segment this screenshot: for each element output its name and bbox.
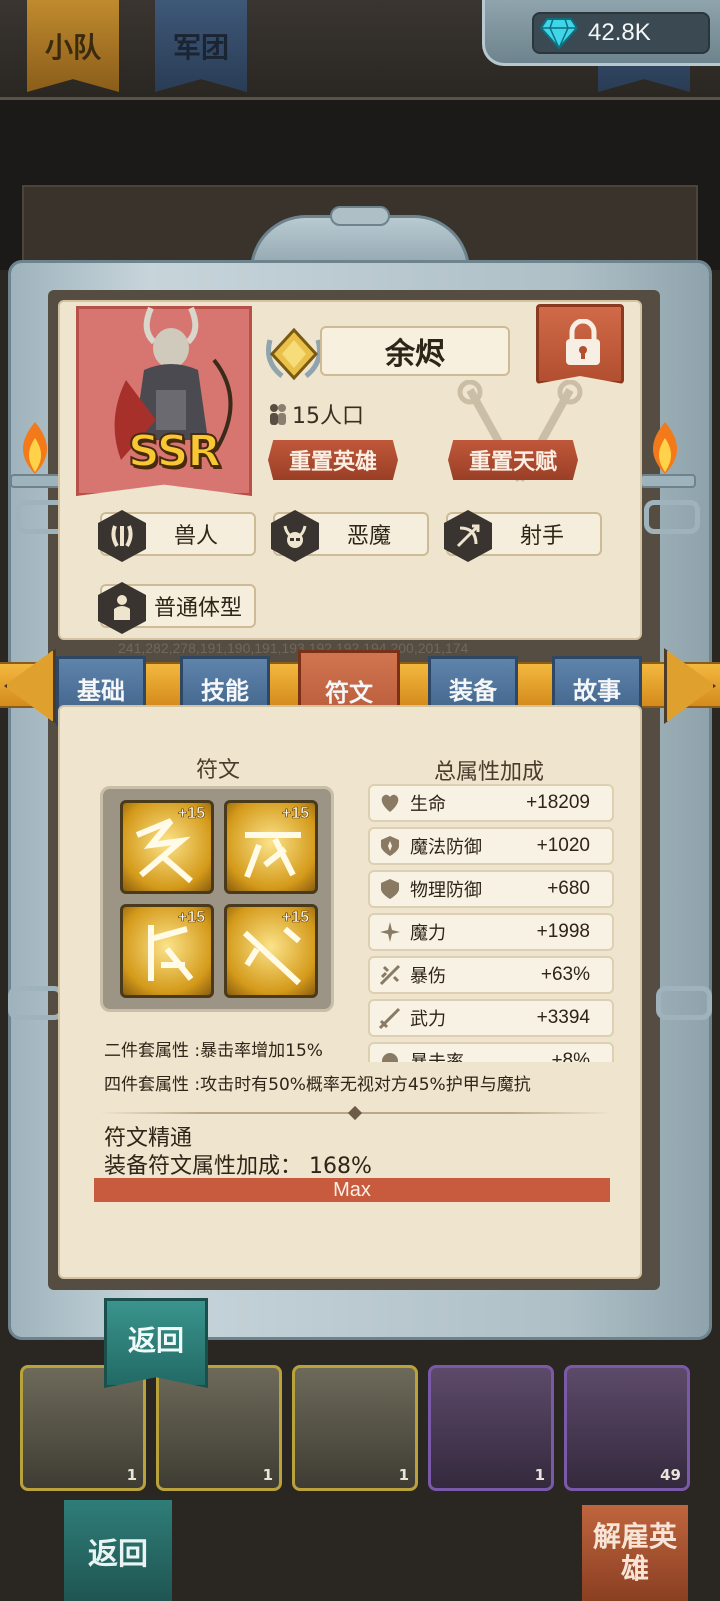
rune-glyph-icon bbox=[242, 926, 302, 986]
chain-icon bbox=[8, 986, 64, 1020]
hero-card-count: 1 bbox=[126, 1466, 137, 1484]
mastery-bonus: 装备符文属性加成： 168% bbox=[104, 1154, 372, 1179]
mastery-progress-label: Max bbox=[333, 1179, 371, 1201]
rune-slot[interactable]: +15 bbox=[120, 904, 214, 998]
attr-value: +18209 bbox=[526, 792, 590, 813]
attr-name: 魔法防御 bbox=[410, 837, 482, 858]
attr-value: +680 bbox=[547, 878, 590, 899]
rune-slot[interactable]: +15 bbox=[224, 904, 318, 998]
hero-card-count: 1 bbox=[262, 1466, 273, 1484]
faint-text: 241,282,278,191,190,191,193,192,192,194,… bbox=[118, 640, 469, 656]
attr-value: +3394 bbox=[536, 1007, 590, 1028]
magic-shield-icon bbox=[381, 836, 399, 856]
tag-race: 兽人 bbox=[98, 510, 256, 562]
attr-title: 总属性加成 bbox=[434, 760, 545, 785]
rarity-badge: SSR bbox=[127, 425, 222, 478]
torch-cup bbox=[640, 474, 696, 488]
attr-value: +8% bbox=[551, 1050, 590, 1062]
attr-value: +1998 bbox=[536, 921, 590, 942]
rune-level: +15 bbox=[177, 909, 206, 927]
attribute-list[interactable]: 生命 +18209 魔法防御 +1020 物理防御 +680 魔力 +1998 … bbox=[368, 784, 616, 1062]
rune-slot[interactable]: +15 bbox=[224, 800, 318, 894]
bottom-back-button[interactable]: 返回 bbox=[64, 1500, 172, 1601]
attr-row: 武力 +3394 bbox=[368, 999, 614, 1037]
gem-amount: 42.8K bbox=[588, 19, 651, 46]
reset-hero-button[interactable]: 重置英雄 bbox=[268, 440, 398, 480]
shield-icon bbox=[381, 879, 399, 899]
sword-icon bbox=[378, 1007, 401, 1030]
diamond-icon bbox=[540, 18, 578, 49]
reset-talent-button[interactable]: 重置天赋 bbox=[448, 440, 578, 480]
attr-value: +1020 bbox=[536, 835, 590, 856]
tag-label: 射手 bbox=[519, 524, 564, 549]
rune-level: +15 bbox=[281, 805, 310, 823]
rune-slot[interactable]: +15 bbox=[120, 800, 214, 894]
rune-level: +15 bbox=[177, 805, 206, 823]
tab-legion[interactable]: 军团 bbox=[155, 0, 247, 92]
attr-value: +63% bbox=[540, 964, 590, 985]
hero-card-count: 1 bbox=[398, 1466, 409, 1484]
attr-row: 物理防御 +680 bbox=[368, 870, 614, 908]
sparkle-icon bbox=[380, 922, 400, 942]
hero-card[interactable]: 1 bbox=[20, 1365, 146, 1491]
set-bonus-2: 二件套属性 :暴击率增加15% bbox=[104, 1041, 323, 1061]
attr-name: 暴伤 bbox=[410, 966, 446, 987]
tag-label: 普通体型 bbox=[153, 596, 242, 621]
attr-row: 生命 +18209 bbox=[368, 784, 614, 822]
rune-title: 符文 bbox=[196, 758, 241, 783]
tag-label: 恶魔 bbox=[346, 524, 391, 549]
hero-card[interactable]: 1 bbox=[292, 1365, 418, 1491]
rune-level: +15 bbox=[281, 909, 310, 927]
hero-card[interactable]: 1 bbox=[156, 1365, 282, 1491]
tag-class: 射手 bbox=[444, 510, 602, 562]
attr-name: 魔力 bbox=[410, 923, 446, 944]
attr-name: 武力 bbox=[410, 1009, 446, 1030]
lock-button[interactable] bbox=[536, 304, 624, 384]
dismiss-hero-button[interactable]: 解雇英雄 bbox=[582, 1505, 688, 1601]
population: 15人口 bbox=[268, 398, 364, 430]
attr-name: 物理防御 bbox=[410, 880, 482, 901]
attr-name: 生命 bbox=[410, 794, 446, 815]
population-value: 15人口 bbox=[292, 404, 364, 429]
hero-card[interactable]: 1 bbox=[428, 1365, 554, 1491]
attr-row: 暴击率 +8% bbox=[368, 1042, 614, 1062]
tag-faction: 恶魔 bbox=[271, 510, 429, 562]
heart-icon bbox=[381, 794, 399, 812]
crit-damage-icon bbox=[379, 964, 401, 986]
torch-icon bbox=[640, 420, 696, 488]
hero-card-count: 49 bbox=[660, 1466, 681, 1484]
attr-name: 暴击率 bbox=[410, 1048, 551, 1062]
crit-rate-icon bbox=[382, 1053, 398, 1062]
chain-icon bbox=[644, 500, 700, 534]
tag-body-type: 普通体型 bbox=[98, 582, 256, 634]
rune-glyph-icon bbox=[135, 818, 193, 884]
attr-row: 魔力 +1998 bbox=[368, 913, 614, 951]
mastery-progress-bar: Max bbox=[94, 1178, 610, 1202]
frame-knob bbox=[330, 206, 390, 226]
hero-name: 余烬 bbox=[320, 326, 510, 376]
rune-glyph-icon bbox=[244, 832, 301, 879]
rank-emblem-icon bbox=[266, 327, 322, 381]
lock-icon bbox=[566, 319, 600, 365]
population-icon bbox=[270, 404, 286, 425]
hero-card-count: 1 bbox=[534, 1466, 545, 1484]
back-button[interactable]: 返回 bbox=[104, 1298, 208, 1388]
attr-row: 魔法防御 +1020 bbox=[368, 827, 614, 865]
tag-label: 兽人 bbox=[173, 524, 218, 549]
torch-icon bbox=[10, 420, 66, 488]
attr-row: 暴伤 +63% bbox=[368, 956, 614, 994]
tab-squad[interactable]: 小队 bbox=[27, 0, 119, 92]
rune-glyph-icon bbox=[148, 925, 194, 981]
hero-card[interactable]: 49 bbox=[564, 1365, 690, 1491]
set-bonus-4: 四件套属性 :攻击时有50%概率无视对方45%护甲与魔抗 bbox=[104, 1075, 531, 1095]
chain-icon bbox=[656, 986, 712, 1020]
